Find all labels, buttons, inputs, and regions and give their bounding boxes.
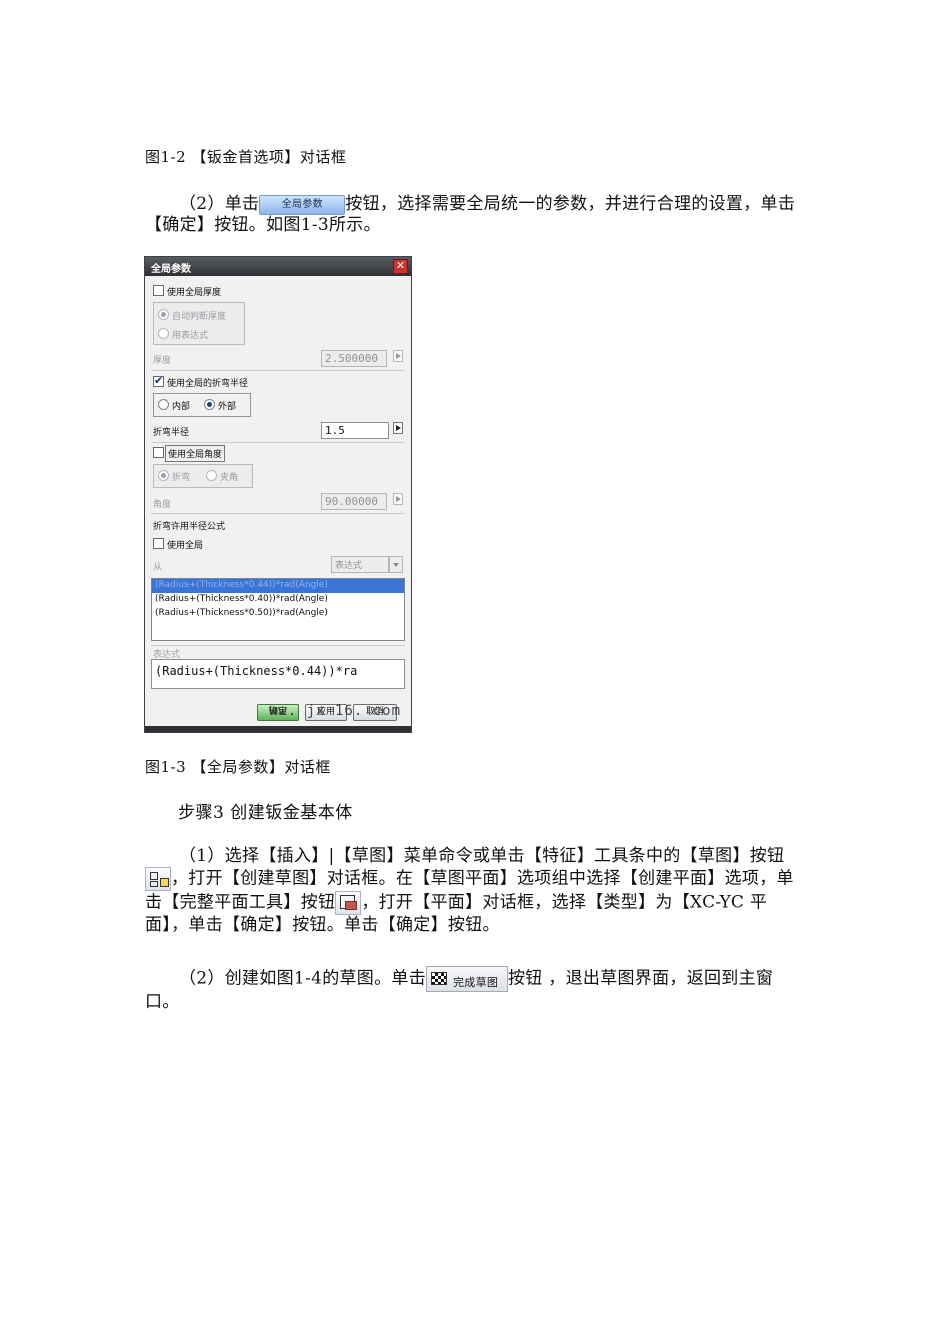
included-angle-label: 夹角 — [220, 473, 239, 483]
global-params-dialog: 全局参数 ✕ 使用全局厚度 自动判断厚度 用表达式 厚度 2.500000 使用… — [144, 256, 412, 733]
use-global-thickness-label: 使用全局厚度 — [167, 288, 222, 298]
watermark: ww. jx 16. com — [269, 703, 402, 719]
divider — [151, 645, 405, 646]
bend-allowance-formula-heading: 折弯许用半径公式 — [153, 522, 226, 532]
paragraph-finish-sketch: （2）创建如图1-4的草图。单击 完成草图 按钮 ，退出草图界面，返回到主窗口。 — [145, 966, 807, 1013]
list-item[interactable]: (Radius+(Thickness*0.44))*rad(Angle) — [152, 579, 404, 593]
bend-radius-field[interactable]: 1.5 — [321, 422, 389, 439]
figure-caption-1-3: 图1-3 【全局参数】对话框 — [145, 758, 331, 776]
use-global-angle-checkbox[interactable] — [153, 447, 164, 458]
divider — [151, 442, 405, 443]
use-global-label: 使用全局 — [167, 541, 204, 551]
angle-arrow-icon[interactable] — [393, 493, 403, 505]
sketch-icon — [145, 867, 171, 891]
use-global-checkbox[interactable] — [153, 538, 164, 549]
angle-label: 角度 — [153, 500, 172, 510]
auto-thickness-label: 自动判断厚度 — [172, 312, 227, 322]
bend-label: 折弯 — [172, 473, 191, 483]
outer-label: 外部 — [218, 402, 237, 412]
divider — [151, 513, 405, 514]
list-item[interactable]: (Radius+(Thickness*0.50))*rad(Angle) — [152, 607, 404, 621]
close-icon[interactable]: ✕ — [393, 259, 408, 274]
inner-label: 内部 — [172, 402, 191, 412]
paragraph-create-sketch: （1）选择【插入】|【草图】菜单命令或单击【特征】工具条中的【草图】按钮 ，打开【… — [145, 846, 794, 935]
step-3-heading: 步骤3 创建钣金基本体 — [178, 803, 353, 823]
chevron-down-icon[interactable] — [389, 556, 403, 573]
formula-list[interactable]: (Radius+(Thickness*0.44))*rad(Angle) (Ra… — [151, 578, 405, 641]
use-global-thickness-checkbox[interactable] — [153, 285, 164, 296]
figure-caption-1-2: 图1-2 【钣金首选项】对话框 — [145, 148, 347, 166]
from-label: 从 — [153, 563, 163, 573]
thickness-arrow-icon[interactable] — [393, 350, 403, 362]
checkered-flag-icon — [431, 972, 447, 985]
outer-radio[interactable] — [204, 399, 215, 410]
inner-radio[interactable] — [158, 399, 169, 410]
dialog-title-bar: 全局参数 ✕ — [145, 257, 411, 276]
use-global-bend-radius-checkbox[interactable] — [153, 374, 164, 387]
full-plane-tool-icon — [335, 891, 362, 915]
bend-side-group: 内部 外部 — [153, 393, 251, 417]
bend-radius-label: 折弯半径 — [153, 428, 190, 438]
list-item[interactable]: (Radius+(Thickness*0.40))*rad(Angle) — [152, 593, 404, 607]
thickness-mode-group: 自动判断厚度 用表达式 — [153, 302, 245, 345]
global-params-button-image: 全局参数 — [259, 194, 346, 215]
dialog-bottom-bar — [145, 726, 411, 732]
from-select[interactable]: 表达式 — [331, 556, 389, 573]
auto-thickness-radio[interactable] — [158, 309, 169, 320]
thickness-field[interactable]: 2.500000 — [321, 350, 387, 367]
angle-mode-group: 折弯 夹角 — [153, 464, 253, 488]
bend-radius-arrow-icon[interactable] — [393, 422, 403, 434]
use-expression-label: 用表达式 — [172, 331, 209, 341]
use-global-angle-label: 使用全局角度 — [165, 445, 226, 462]
paragraph-global-params: （2）单击 全局参数 按钮，选择需要全局统一的参数，并进行合理的设置，单击【确定】按… — [145, 194, 796, 235]
bend-radio[interactable] — [158, 470, 169, 481]
divider — [151, 370, 405, 371]
dialog-title: 全局参数 — [151, 264, 191, 275]
finish-sketch-button-image: 完成草图 — [426, 966, 508, 992]
expression-field[interactable]: (Radius+(Thickness*0.44))*ra — [151, 659, 405, 689]
angle-field[interactable]: 90.00000 — [321, 493, 387, 510]
included-angle-radio[interactable] — [206, 470, 217, 481]
use-expression-radio[interactable] — [158, 328, 169, 339]
thickness-label: 厚度 — [153, 356, 172, 366]
use-global-bend-radius-label: 使用全局的折弯半径 — [167, 379, 249, 389]
